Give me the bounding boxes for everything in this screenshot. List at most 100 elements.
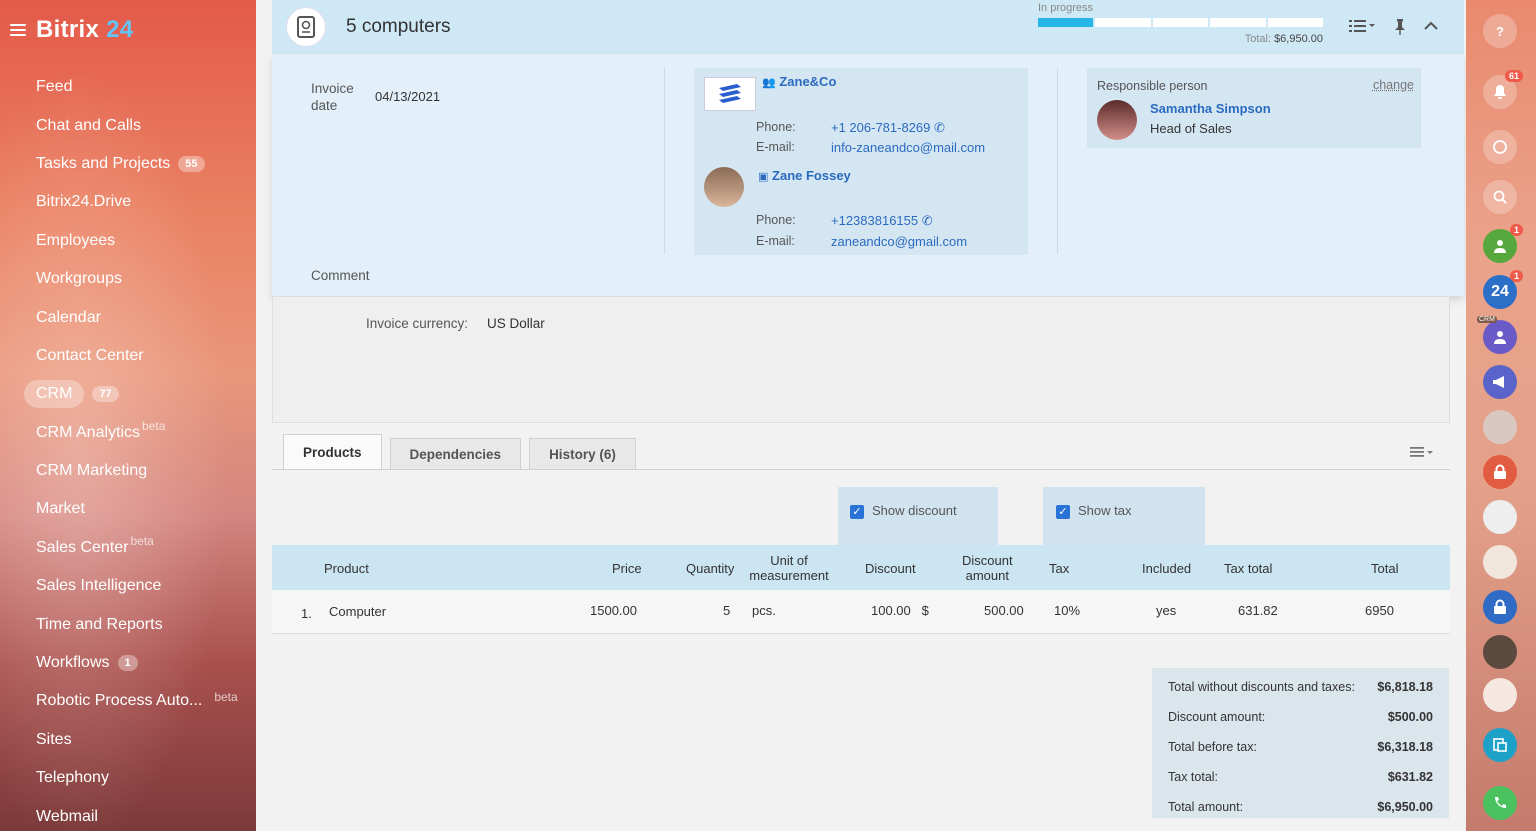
collapse-chevron-icon[interactable]: [1424, 18, 1438, 36]
progress-segment[interactable]: [1267, 18, 1324, 27]
lock-red-icon[interactable]: [1483, 455, 1517, 489]
counter-badge: 55: [178, 155, 205, 172]
invoice-info-panel: Invoice date 04/13/2021 Comment 👥 Zane&C…: [272, 54, 1464, 296]
progress-bar[interactable]: [1038, 18, 1324, 27]
copy-document-icon[interactable]: [1483, 728, 1517, 762]
sidebar-item-sites[interactable]: Sites: [0, 721, 256, 759]
sidebar-item-chat[interactable]: Chat and Calls: [0, 106, 256, 144]
tab-products[interactable]: Products: [283, 434, 382, 470]
phone-call-icon[interactable]: [1483, 786, 1517, 820]
progress-segment[interactable]: [1095, 18, 1151, 27]
phone-icon: ✆: [921, 213, 933, 228]
contact-phone[interactable]: +12383816155 ✆: [831, 213, 933, 229]
list-settings-icon[interactable]: [1349, 18, 1375, 39]
total-row: Total amount: $6,950.00: [1168, 800, 1433, 814]
counter-badge: 77: [92, 386, 119, 403]
checkbox-checked-icon: ✓: [1056, 504, 1070, 519]
sidebar-item-crm-analytics[interactable]: CRM Analytics beta: [0, 414, 256, 452]
sidebar-item-crm-marketing[interactable]: CRM Marketing: [0, 452, 256, 490]
user-avatar[interactable]: [1483, 500, 1517, 534]
show-tax-checkbox[interactable]: ✓ Show tax: [1056, 503, 1131, 519]
status-progress[interactable]: In progress Total: $6,950.00: [1038, 2, 1324, 45]
megaphone-icon[interactable]: [1483, 365, 1517, 399]
sidebar-item-tasks[interactable]: Tasks and Projects 55: [0, 145, 256, 183]
header-total: Total: $6,950.00: [1244, 33, 1323, 45]
invoice-date-value: 04/13/2021: [375, 89, 441, 104]
sidebar-item-employees[interactable]: Employees: [0, 222, 256, 260]
sidebar-item-workflows[interactable]: Workflows 1: [0, 644, 256, 682]
chat-icon[interactable]: [1483, 130, 1517, 164]
sidebar-item-time-reports[interactable]: Time and Reports: [0, 605, 256, 643]
comment-label: Comment: [311, 268, 370, 283]
notifications-bell-icon[interactable]: 61: [1483, 70, 1523, 109]
totals-panel: Total without discounts and taxes: $6,818…: [1152, 668, 1449, 818]
sidebar-item-crm[interactable]: CRM 77: [0, 375, 256, 413]
sidebar-item-market[interactable]: Market: [0, 490, 256, 528]
menu-burger-icon[interactable]: [10, 24, 26, 36]
total-row: Total before tax: $6,318.18: [1168, 740, 1433, 754]
tab-dependencies[interactable]: Dependencies: [389, 438, 522, 470]
invoice-date-label: Invoice date: [311, 81, 354, 113]
user-avatar[interactable]: [1483, 410, 1517, 444]
help-icon[interactable]: ?: [1483, 14, 1517, 48]
user-avatar[interactable]: [1483, 545, 1517, 579]
company-logo: [704, 77, 756, 111]
progress-segment[interactable]: [1210, 18, 1266, 27]
currency-section: Invoice currency: US Dollar: [272, 296, 1450, 423]
sidebar-menu: Feed Chat and Calls Tasks and Projects 55…: [0, 68, 256, 831]
sidebar-item-feed[interactable]: Feed: [0, 68, 256, 106]
pin-icon[interactable]: [1394, 18, 1406, 41]
sidebar-item-webmail[interactable]: Webmail: [0, 797, 256, 831]
main-content: 5 computers In progress Total: $6,950.00…: [256, 0, 1466, 831]
search-icon[interactable]: [1483, 180, 1517, 214]
contact-name[interactable]: ▣ Zane Fossey: [758, 168, 851, 183]
progress-segment[interactable]: [1038, 18, 1094, 27]
status-label: In progress: [1038, 2, 1094, 14]
responsible-name[interactable]: Samantha Simpson: [1150, 101, 1271, 116]
contact-icon: ▣: [758, 171, 769, 183]
contact-avatar: [704, 167, 744, 207]
crm-tag: CRM: [1477, 316, 1497, 323]
tab-history[interactable]: History (6): [529, 438, 636, 470]
sidebar-item-workgroups[interactable]: Workgroups: [0, 260, 256, 298]
total-row: Discount amount: $500.00: [1168, 710, 1433, 724]
user-avatar[interactable]: [1483, 678, 1517, 712]
tab-bar: Products Dependencies History (6): [283, 434, 636, 470]
page-title: 5 computers: [346, 16, 451, 37]
change-responsible-link[interactable]: change: [1373, 78, 1414, 92]
invoice-header: 5 computers In progress Total: $6,950.00: [272, 0, 1464, 54]
invoice-document-icon: [286, 7, 326, 47]
responsible-avatar: [1097, 100, 1137, 140]
responsible-label: Responsible person: [1097, 79, 1208, 93]
app-logo[interactable]: Bitrix 24: [36, 16, 133, 44]
divider: [1057, 68, 1058, 254]
sidebar-item-calendar[interactable]: Calendar: [0, 298, 256, 336]
sidebar-item-telephony[interactable]: Telephony: [0, 759, 256, 797]
table-settings-icon[interactable]: [1410, 446, 1434, 461]
product-name[interactable]: Computer: [329, 604, 386, 619]
user-green-icon[interactable]: 1: [1483, 224, 1523, 263]
show-discount-checkbox[interactable]: ✓ Show discount: [850, 503, 957, 519]
currency-label: Invoice currency:: [366, 316, 469, 331]
phone-icon: ✆: [934, 120, 945, 135]
logo-area: Bitrix 24: [10, 16, 133, 44]
bitrix24-chat-icon[interactable]: 24 1: [1483, 270, 1523, 309]
company-phone[interactable]: +1 206-781-8269 ✆: [831, 120, 945, 136]
sidebar-item-contact-center[interactable]: Contact Center: [0, 337, 256, 375]
tab-underline: [272, 469, 1450, 470]
sidebar-item-drive[interactable]: Bitrix24.Drive: [0, 183, 256, 221]
user-avatar[interactable]: [1483, 635, 1517, 669]
contact-email[interactable]: zaneandco@gmail.com: [831, 234, 967, 249]
left-sidebar: Bitrix 24 Feed Chat and Calls Tasks and …: [0, 0, 256, 831]
table-row[interactable]: 1. Computer 1500.00 5 pcs. 100.00 $ 500.…: [272, 590, 1450, 634]
total-row: Tax total: $631.82: [1168, 770, 1433, 784]
progress-segment[interactable]: [1152, 18, 1209, 27]
company-email[interactable]: info-zaneandco@mail.com: [831, 140, 985, 155]
sidebar-item-rpa[interactable]: Robotic Process Auto... beta: [0, 682, 256, 720]
lock-blue-icon[interactable]: [1483, 590, 1517, 624]
sidebar-item-sales-intelligence[interactable]: Sales Intelligence: [0, 567, 256, 605]
sidebar-item-sales-center[interactable]: Sales Center beta: [0, 529, 256, 567]
client-card: 👥 Zane&Co Phone: +1 206-781-8269 ✆ E-mai…: [694, 68, 1028, 255]
company-name[interactable]: 👥 Zane&Co: [762, 74, 836, 89]
crm-user-icon[interactable]: CRM: [1477, 316, 1517, 354]
